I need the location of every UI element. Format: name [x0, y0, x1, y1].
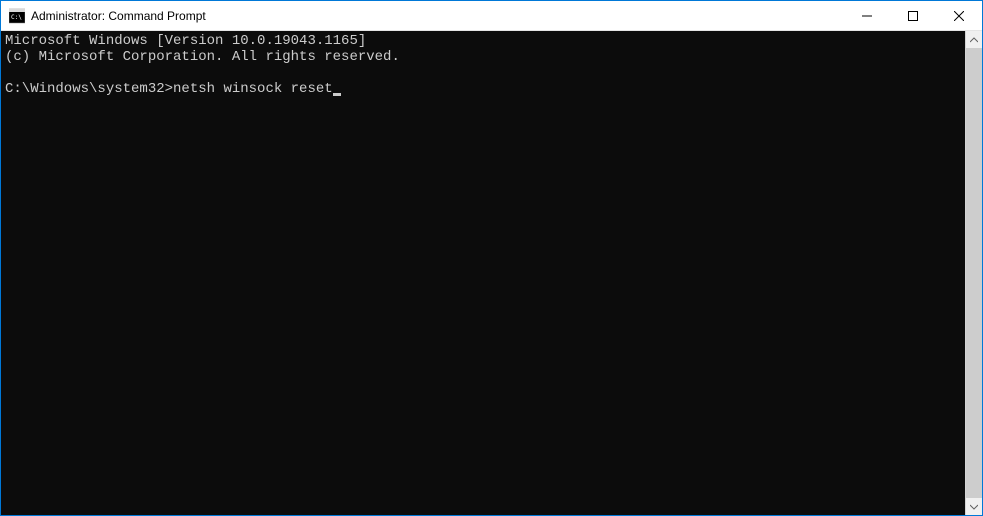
command-text: netsh winsock reset — [173, 81, 333, 97]
prompt-text: C:\Windows\system32> — [5, 81, 173, 97]
copyright-line: (c) Microsoft Corporation. All rights re… — [5, 49, 400, 65]
chevron-down-icon — [970, 503, 978, 511]
scroll-down-button[interactable] — [966, 498, 982, 515]
close-button[interactable] — [936, 1, 982, 30]
text-cursor — [333, 93, 341, 96]
vertical-scrollbar[interactable] — [965, 31, 982, 515]
terminal-output[interactable]: Microsoft Windows [Version 10.0.19043.11… — [1, 31, 965, 515]
maximize-button[interactable] — [890, 1, 936, 30]
svg-text:C:\: C:\ — [11, 14, 22, 21]
cmd-icon: C:\ — [9, 8, 25, 24]
window-title: Administrator: Command Prompt — [31, 9, 206, 23]
scrollbar-track[interactable] — [966, 48, 982, 498]
titlebar[interactable]: C:\ Administrator: Command Prompt — [1, 1, 982, 31]
minimize-button[interactable] — [844, 1, 890, 30]
version-line: Microsoft Windows [Version 10.0.19043.11… — [5, 33, 366, 49]
chevron-up-icon — [970, 36, 978, 44]
scroll-up-button[interactable] — [966, 31, 982, 48]
client-area: Microsoft Windows [Version 10.0.19043.11… — [1, 31, 982, 515]
minimize-icon — [862, 11, 872, 21]
command-prompt-window: C:\ Administrator: Command Prompt — [0, 0, 983, 516]
titlebar-left: C:\ Administrator: Command Prompt — [1, 8, 206, 24]
close-icon — [954, 11, 964, 21]
maximize-icon — [908, 11, 918, 21]
blank-line — [5, 65, 961, 81]
scrollbar-thumb[interactable] — [966, 48, 982, 498]
window-controls — [844, 1, 982, 30]
